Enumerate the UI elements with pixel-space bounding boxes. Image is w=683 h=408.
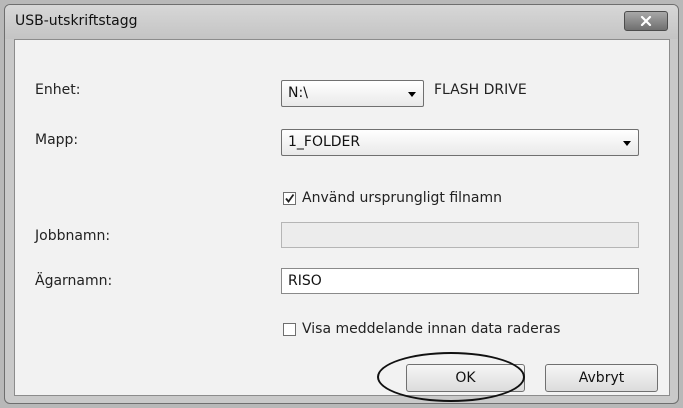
folder-select-value: 1_FOLDER [288,134,361,150]
use-original-filename-checkbox[interactable] [283,191,296,205]
title-bar: USB-utskriftstagg [5,5,678,39]
device-name: FLASH DRIVE [434,82,527,98]
owner-name-field[interactable]: RISO [281,268,639,294]
show-delete-message-label: Visa meddelande innan data raderas [302,321,561,337]
close-icon [640,16,652,26]
device-label: Enhet: [35,82,81,98]
folder-label: Mapp: [35,132,79,148]
device-select[interactable]: N:\ [281,80,424,107]
chevron-down-icon [408,92,416,97]
use-original-filename-option[interactable]: Använd ursprungligt filnamn [283,190,502,206]
close-button[interactable] [624,11,668,31]
use-original-filename-label: Använd ursprungligt filnamn [302,190,502,206]
owner-name-label: Ägarnamn: [35,273,113,289]
cancel-button[interactable]: Avbryt [545,364,658,392]
show-delete-message-option[interactable]: Visa meddelande innan data raderas [283,321,560,337]
chevron-down-icon [623,141,631,146]
device-select-value: N:\ [288,85,308,101]
usb-print-tag-dialog: USB-utskriftstagg Enhet: N:\ FLASH DRIVE… [4,4,679,404]
dialog-title: USB-utskriftstagg [15,13,138,29]
job-name-label: Jobbnamn: [35,228,111,244]
job-name-field[interactable] [281,222,639,248]
checkmark-icon [285,193,295,203]
show-delete-message-checkbox[interactable] [283,322,296,336]
ok-button[interactable]: OK [406,364,525,392]
folder-select[interactable]: 1_FOLDER [281,129,639,156]
dialog-content: Enhet: N:\ FLASH DRIVE Mapp: 1_FOLDER An… [14,39,670,396]
